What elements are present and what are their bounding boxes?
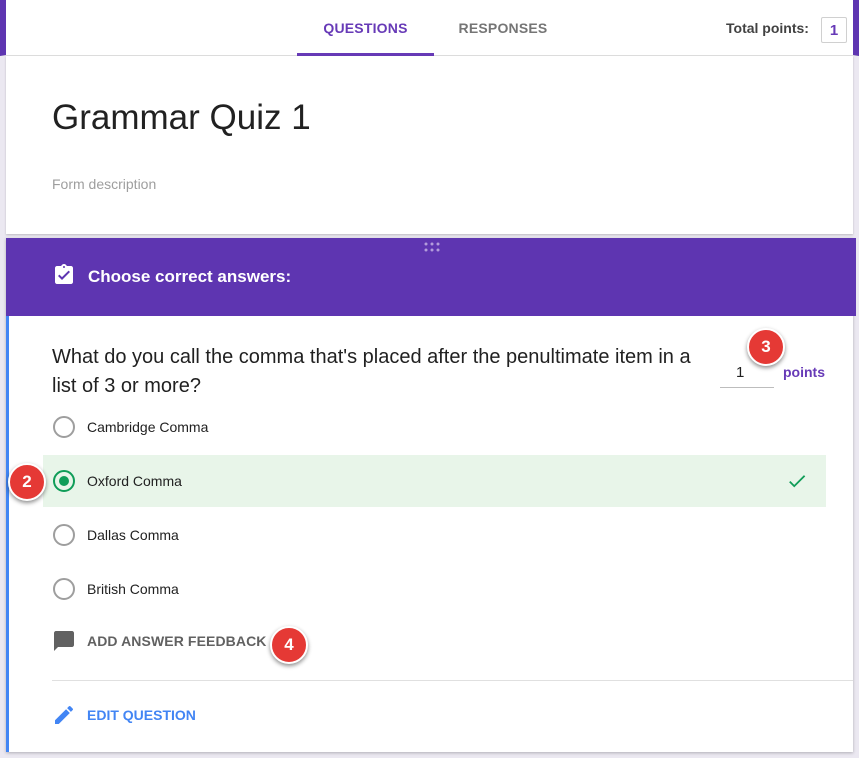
radio-button-selected[interactable] (53, 470, 75, 492)
answer-key-header: Choose correct answers: (6, 238, 856, 316)
add-answer-feedback-label: ADD ANSWER FEEDBACK (87, 633, 267, 649)
form-title-card: Grammar Quiz 1 Form description (6, 56, 853, 234)
form-description-field[interactable]: Form description (52, 176, 156, 192)
edit-question-label: EDIT QUESTION (87, 707, 196, 723)
tab-questions[interactable]: QUESTIONS (297, 0, 434, 56)
callout-badge-3: 3 (747, 328, 785, 366)
pencil-icon (55, 705, 74, 724)
feedback-icon (54, 631, 74, 651)
question-card: Choose correct answers: What do you call… (6, 238, 856, 752)
form-title[interactable]: Grammar Quiz 1 (52, 98, 311, 138)
option-label: Dallas Comma (87, 527, 179, 543)
tab-responses[interactable]: RESPONSES (446, 0, 560, 56)
total-points-label: Total points: (726, 20, 809, 36)
correct-check-icon (789, 475, 806, 488)
radio-button[interactable] (53, 416, 75, 438)
drag-handle-icon[interactable] (423, 242, 443, 252)
answer-option-oxford[interactable]: Oxford Comma (43, 455, 826, 507)
option-label: British Comma (87, 581, 179, 597)
option-label: Oxford Comma (87, 473, 182, 489)
radio-button[interactable] (53, 524, 75, 546)
total-points-value: 1 (821, 17, 847, 43)
question-text: What do you call the comma that's placed… (52, 346, 691, 397)
answer-option-cambridge[interactable]: Cambridge Comma (43, 401, 826, 453)
add-answer-feedback-button[interactable]: ADD ANSWER FEEDBACK (52, 628, 267, 654)
top-header: QUESTIONS RESPONSES Total points: 1 (0, 0, 859, 56)
callout-badge-2: 2 (8, 463, 46, 501)
callout-badge-4: 4 (270, 626, 308, 664)
points-label: points (783, 364, 825, 380)
edit-question-button[interactable]: EDIT QUESTION (52, 702, 196, 728)
radio-button[interactable] (53, 578, 75, 600)
divider (52, 680, 853, 681)
answer-key-title: Choose correct answers: (88, 267, 292, 286)
assignment-check-icon (55, 264, 73, 284)
answer-option-dallas[interactable]: Dallas Comma (43, 509, 826, 561)
answer-option-british[interactable]: British Comma (43, 563, 826, 615)
option-label: Cambridge Comma (87, 419, 209, 435)
